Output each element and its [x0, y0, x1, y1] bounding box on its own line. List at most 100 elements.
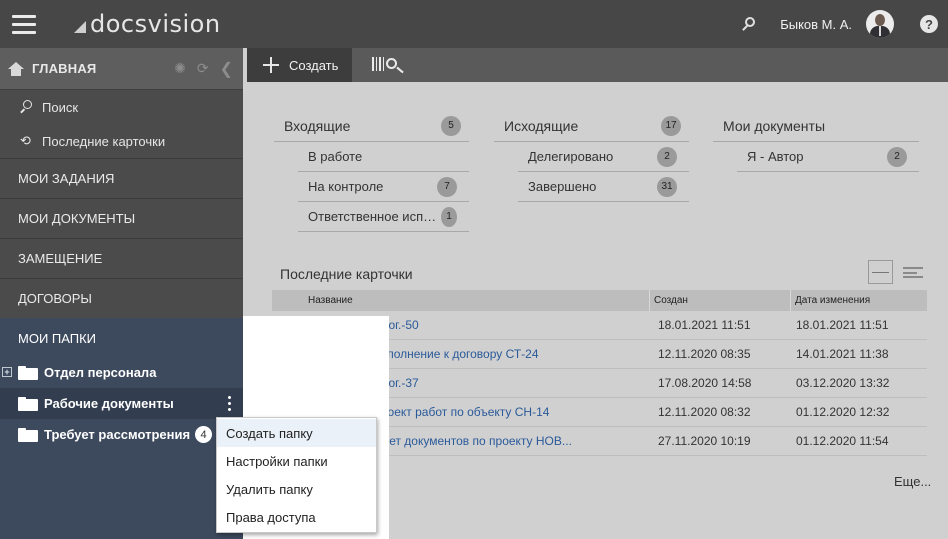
- collapse-view-icon[interactable]: [868, 260, 893, 284]
- sidebar-section-substitution[interactable]: ЗАМЕЩЕНИЕ: [0, 238, 243, 278]
- collapse-icon[interactable]: ❮: [220, 59, 233, 79]
- folder-context-menu: Создать папку Настройки папки Удалить па…: [216, 417, 377, 533]
- group-item-label: Делегировано: [528, 149, 614, 164]
- sidebar-section-contracts[interactable]: ДОГОВОРЫ: [0, 278, 243, 318]
- group-outgoing: Исходящие 17 Делегировано 2 Завершено 31: [494, 110, 689, 202]
- app-logo[interactable]: docsvision: [74, 0, 221, 48]
- more-options-icon[interactable]: [228, 396, 231, 411]
- folder-icon: [18, 365, 38, 380]
- folder-label: Требует рассмотрения: [44, 427, 191, 442]
- count-badge: 31: [657, 176, 677, 197]
- wrap-text-icon[interactable]: [903, 264, 925, 280]
- modified-cell: 01.12.2020 11:54: [796, 434, 889, 448]
- menu-item-create-folder[interactable]: Создать папку: [217, 419, 376, 447]
- folder-label: Рабочие документы: [44, 396, 174, 411]
- count-badge: 17: [661, 115, 681, 136]
- folder-icon: [18, 396, 38, 411]
- history-icon: ⟲: [20, 133, 31, 148]
- menu-item-delete-folder[interactable]: Удалить папку: [217, 475, 376, 503]
- modified-cell: 01.12.2020 12:32: [796, 405, 890, 419]
- logo-text: docsvision: [90, 10, 221, 38]
- count-badge: 2: [657, 146, 677, 167]
- folder-label: Отдел персонала: [44, 365, 157, 380]
- section-label: МОИ ЗАДАНИЯ: [18, 171, 115, 186]
- sidebar-home[interactable]: ГЛАВНАЯ ✺ ⟳ ❮: [0, 48, 243, 90]
- sidebar-link-recent[interactable]: ⟲ Последние карточки: [0, 124, 243, 158]
- avatar[interactable]: [866, 10, 894, 38]
- create-button[interactable]: Создать: [247, 48, 353, 82]
- logo-mark-icon: [74, 21, 86, 33]
- created-cell: 12.11.2020 08:35: [658, 347, 751, 361]
- count-badge: 7: [437, 176, 457, 197]
- group-title: Исходящие: [504, 117, 579, 134]
- group-item-label: Я - Автор: [747, 149, 804, 164]
- recent-cards-title: Последние карточки: [280, 266, 413, 282]
- modified-cell: 18.01.2021 11:51: [796, 318, 889, 332]
- sidebar-link-label: Последние карточки: [42, 133, 166, 149]
- count-badge: 2: [887, 146, 907, 167]
- group-item[interactable]: Ответственное исполнение 1: [298, 202, 469, 232]
- count-badge: 5: [441, 115, 461, 136]
- group-title: Входящие: [284, 117, 351, 134]
- folder-item-needs-review[interactable]: Требует рассмотрения 4: [0, 419, 243, 450]
- create-label: Создать: [289, 57, 339, 73]
- section-label: ЗАМЕЩЕНИЕ: [18, 251, 103, 266]
- search-icon: [20, 100, 34, 114]
- refresh-icon[interactable]: ⟳: [197, 60, 209, 77]
- folder-item-work-documents[interactable]: Рабочие документы: [0, 388, 243, 419]
- menu-item-folder-settings[interactable]: Настройки папки: [217, 447, 376, 475]
- sidebar-section-my-folders[interactable]: МОИ ПАПКИ: [0, 318, 243, 358]
- home-label: ГЛАВНАЯ: [32, 61, 97, 76]
- sidebar: ГЛАВНАЯ ✺ ⟳ ❮ Поиск ⟲ Последние карточки…: [0, 48, 243, 539]
- folder-count-badge: 4: [195, 426, 213, 443]
- created-cell: 27.11.2020 10:19: [658, 434, 751, 448]
- group-item-label: На контроле: [308, 179, 384, 194]
- table-header: Название Создан Дата изменения: [272, 290, 927, 311]
- group-header[interactable]: Мои документы: [713, 110, 919, 142]
- group-item-label: Ответственное исполнение: [308, 209, 441, 224]
- group-item[interactable]: В работе: [298, 142, 469, 172]
- group-item[interactable]: Я - Автор 2: [737, 142, 919, 172]
- column-header-created[interactable]: Создан: [650, 290, 791, 311]
- folder-item-personnel[interactable]: + Отдел персонала: [0, 357, 243, 388]
- user-name[interactable]: Быков М. А.: [780, 17, 852, 32]
- group-item[interactable]: Завершено 31: [518, 172, 689, 202]
- column-header-name[interactable]: Название: [272, 290, 650, 311]
- barcode-search-icon[interactable]: [372, 57, 406, 74]
- gear-icon[interactable]: ✺: [174, 60, 186, 77]
- section-label: МОИ ПАПКИ: [18, 331, 97, 346]
- folder-icon: [18, 427, 38, 442]
- menu-icon[interactable]: [0, 0, 48, 48]
- group-item[interactable]: Делегировано 2: [518, 142, 689, 172]
- column-header-modified[interactable]: Дата изменения: [791, 290, 927, 311]
- group-my-documents: Мои документы Я - Автор 2: [713, 110, 919, 172]
- expand-icon[interactable]: +: [2, 367, 12, 377]
- created-cell: 12.11.2020 08:32: [658, 405, 751, 419]
- count-badge: 1: [440, 206, 457, 227]
- sidebar-section-my-tasks[interactable]: МОИ ЗАДАНИЯ: [0, 158, 243, 198]
- group-item-label: В работе: [308, 149, 363, 164]
- sidebar-section-my-documents[interactable]: МОИ ДОКУМЕНТЫ: [0, 198, 243, 238]
- search-icon[interactable]: [738, 12, 762, 36]
- top-header: docsvision Быков М. А. ?: [0, 0, 948, 48]
- created-cell: 18.01.2021 11:51: [658, 318, 751, 332]
- section-label: МОИ ДОКУМЕНТЫ: [18, 211, 136, 226]
- menu-item-access-rights[interactable]: Права доступа: [217, 503, 376, 531]
- group-incoming: Входящие 5 В работе На контроле 7 Ответс…: [274, 110, 469, 232]
- toolbar: Создать: [247, 48, 948, 82]
- folder-tree: + Отдел персонала Рабочие документы Треб…: [0, 357, 243, 539]
- sidebar-link-label: Поиск: [42, 99, 79, 115]
- created-cell: 17.08.2020 14:58: [658, 376, 752, 390]
- help-icon[interactable]: ?: [920, 15, 938, 33]
- group-header[interactable]: Входящие 5: [274, 110, 469, 142]
- group-item[interactable]: На контроле 7: [298, 172, 469, 202]
- sidebar-link-search[interactable]: Поиск: [0, 90, 243, 124]
- modified-cell: 03.12.2020 13:32: [796, 376, 890, 390]
- group-item-label: Завершено: [528, 179, 597, 194]
- plus-icon: [263, 57, 279, 73]
- modified-cell: 14.01.2021 11:38: [796, 347, 889, 361]
- group-header[interactable]: Исходящие 17: [494, 110, 689, 142]
- home-icon: [8, 61, 24, 76]
- group-title: Мои документы: [723, 117, 826, 134]
- more-link[interactable]: Еще...: [894, 474, 931, 489]
